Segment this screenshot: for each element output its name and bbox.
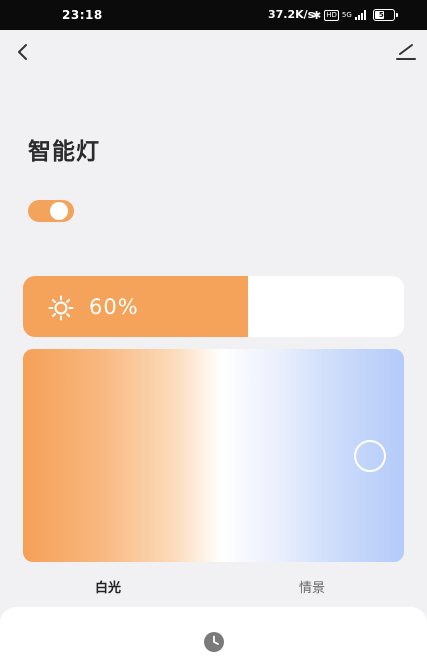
- battery-level: 51: [378, 11, 389, 19]
- status-bar: 23:18 37.2K/s ✱ HD 5G 51: [0, 0, 427, 30]
- power-toggle[interactable]: [28, 200, 74, 222]
- signal-icon: [354, 10, 366, 20]
- chevron-left-icon: [18, 44, 27, 60]
- tab-white-light[interactable]: 白光: [95, 577, 121, 596]
- tab-scene[interactable]: 情景: [299, 577, 325, 596]
- brightness-slider[interactable]: [23, 276, 404, 337]
- status-net-speed: 37.2K/s: [268, 8, 315, 21]
- back-button[interactable]: [12, 40, 34, 64]
- status-icons: ✱ HD 5G 51: [312, 8, 398, 22]
- brightness-value: 60%: [89, 295, 139, 319]
- toggle-knob: [50, 202, 68, 220]
- page-title: 智能灯: [28, 139, 100, 165]
- edit-button[interactable]: [394, 40, 418, 64]
- color-picker-handle[interactable]: [354, 440, 386, 472]
- status-time: 23:18: [62, 8, 103, 22]
- sun-icon: [48, 295, 74, 321]
- bluetooth-icon: ✱: [312, 8, 322, 22]
- network-type-icon: 5G: [341, 10, 352, 19]
- color-temperature-panel[interactable]: [23, 349, 404, 562]
- pencil-icon: [396, 44, 416, 60]
- hd-icon: HD: [324, 9, 339, 21]
- clock-icon[interactable]: [203, 631, 225, 653]
- battery-icon: 51: [372, 9, 398, 21]
